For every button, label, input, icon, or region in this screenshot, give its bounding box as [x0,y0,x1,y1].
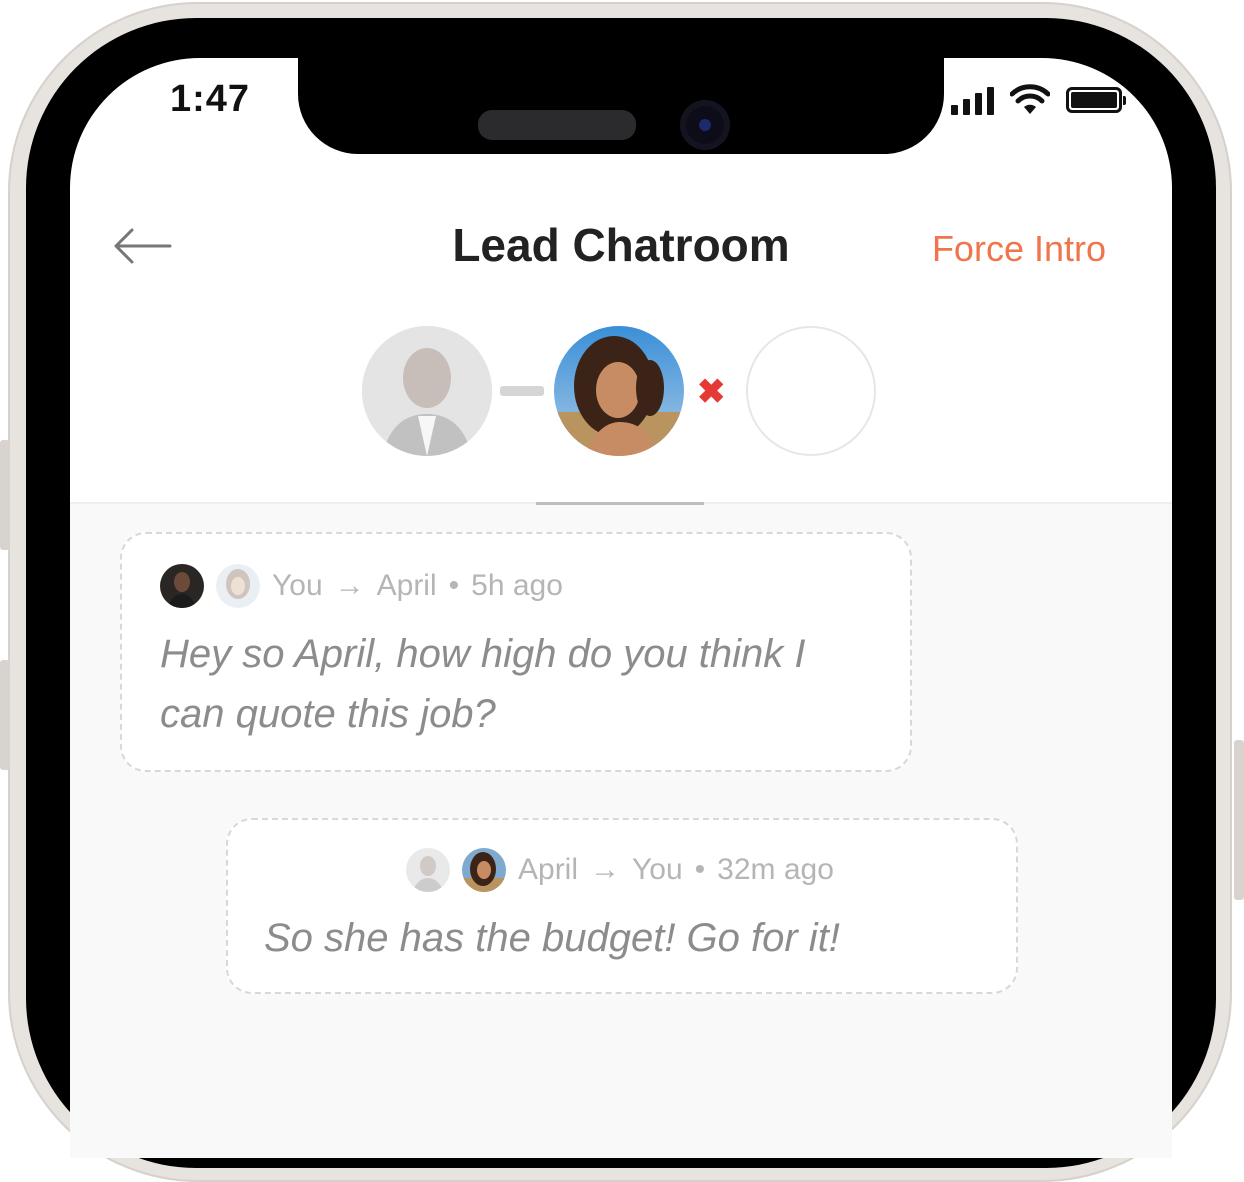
message-meta: You → April • 5h ago [160,564,563,608]
message-text: Hey so April, how high do you think I ca… [160,632,806,736]
battery-icon [1066,87,1126,113]
scroll-indicator [536,502,704,505]
message-to: You [632,853,683,886]
recipient-avatar [462,848,506,892]
wifi-icon [1010,84,1050,114]
notch [298,58,944,154]
speaker [478,110,636,140]
arrow-icon: → [590,853,621,886]
sender-avatar [160,564,204,608]
arrow-icon: → [334,569,365,602]
force-intro-button[interactable]: Force Intro [932,228,1106,270]
connector-line [500,386,544,396]
avatar-you[interactable] [362,326,492,456]
status-time: 1:47 [170,78,251,120]
x-mark-icon: ✖ [697,373,726,411]
message-time: 32m ago [717,853,834,886]
avatar-april[interactable] [554,326,684,456]
message-to: April [376,569,437,602]
side-button-right [1234,740,1244,900]
message-time: 5h ago [471,569,563,602]
side-button-left-lower [0,660,10,770]
separator: • [694,853,706,886]
message-card[interactable]: April → You • 32m ago So she has the bud… [226,818,1018,994]
front-camera [680,100,730,150]
sender-avatar [406,848,450,892]
separator: • [448,569,460,602]
avatar-empty-slot[interactable] [746,326,876,456]
screen: 1:47 Lead Chatroom Force Intro ✖ You → A… [70,58,1172,1158]
message-text: So she has the budget! Go for it! [264,916,840,960]
participants-row: ✖ [362,326,882,458]
message-card[interactable]: You → April • 5h ago Hey so April, how h… [120,532,912,772]
recipient-avatar [216,564,260,608]
side-button-left [0,440,10,550]
message-from: You [272,569,323,602]
message-meta: April → You • 32m ago [406,848,834,892]
message-from: April [518,853,579,886]
status-icons [951,84,1126,116]
cellular-signal-icon [951,85,994,115]
